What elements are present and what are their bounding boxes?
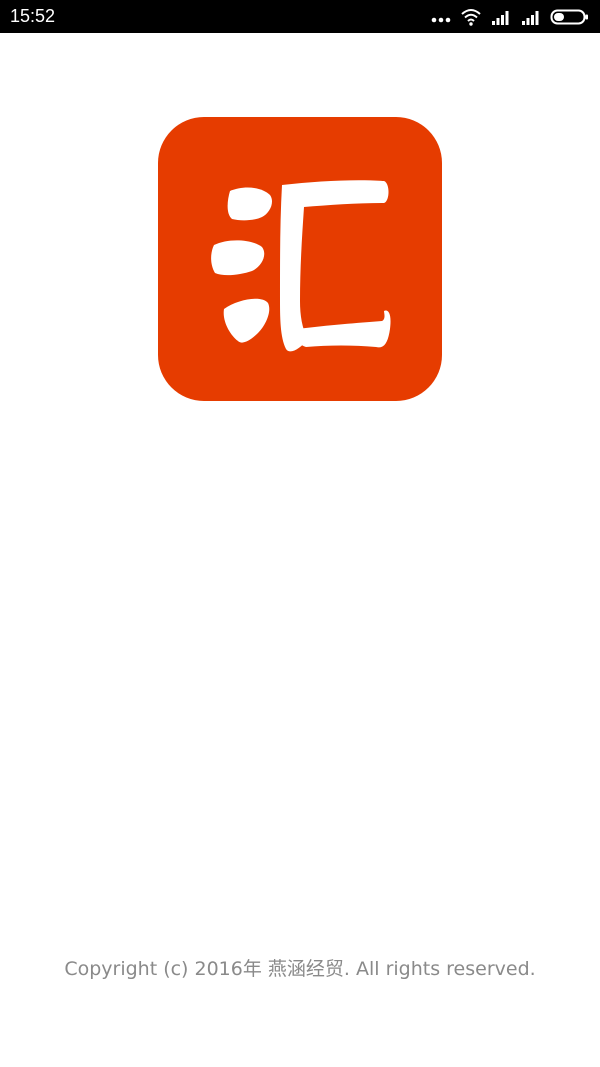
app-logo xyxy=(158,117,442,401)
battery-icon xyxy=(550,7,590,27)
status-time: 15:52 xyxy=(10,6,56,26)
wifi-icon xyxy=(460,7,482,27)
status-bar: 15:52 xyxy=(0,0,600,33)
logo-glyph-icon xyxy=(158,117,442,401)
status-icons xyxy=(430,7,590,27)
copyright-text: Copyright (c) 2016年 燕涵经贸. All rights res… xyxy=(64,958,536,980)
more-dots-icon xyxy=(430,7,452,27)
signal-icon xyxy=(520,7,542,27)
signal-icon xyxy=(490,7,512,27)
